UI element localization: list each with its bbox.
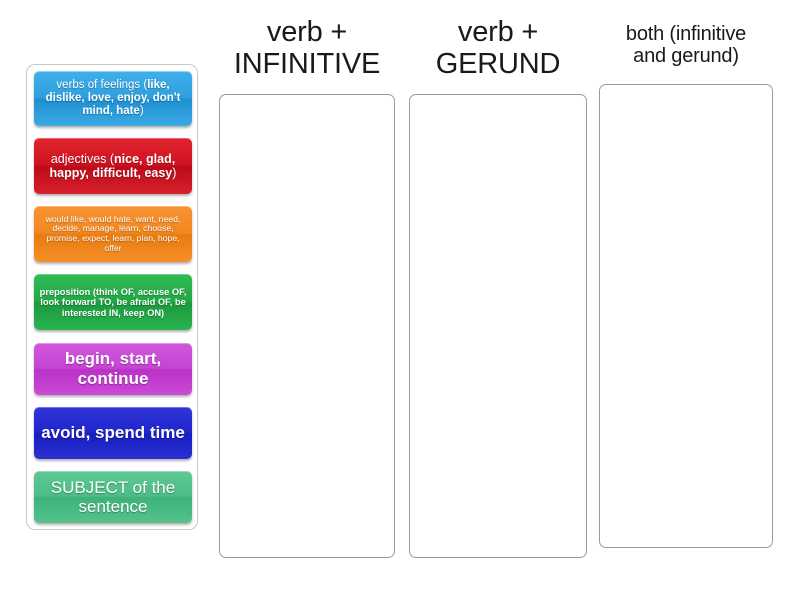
column-heading-infinitive-line2: INFINITIVE [233,48,381,81]
card-label-subject-of-sentence: SUBJECT of the sentence [50,477,176,516]
draggable-card-verbs-of-feelings[interactable]: verbs of feelings (like, dislike, love, … [34,71,192,126]
draggable-card-adjectives[interactable]: adjectives (nice, glad, happy, difficult… [34,138,192,195]
draggable-card-would-like-group[interactable]: would like, would hate, want, need, deci… [34,206,192,263]
draggable-card-avoid-spend-time[interactable]: avoid, spend time [34,406,192,459]
card-label-begin-start-continue: begin, start, continue [64,349,162,388]
column-heading-both: both (infinitive and gerund) [599,16,773,68]
column-both: both (infinitive and gerund) [599,16,773,548]
draggable-card-begin-start-continue[interactable]: begin, start, continue [34,342,192,395]
source-card-panel: verbs of feelings (like, dislike, love, … [26,64,198,530]
column-heading-gerund-line1: verb + [457,16,539,48]
card-label-adjectives: adjectives (nice, glad, happy, difficult… [49,151,177,181]
card-label-would-like-group: would like, would hate, want, need, deci… [45,213,181,254]
card-label-verbs-of-feelings: verbs of feelings (like, dislike, love, … [45,78,181,118]
column-heading-gerund: verb + GERUND [409,16,587,81]
dropzone-gerund[interactable] [409,93,587,558]
card-label-avoid-spend-time: avoid, spend time [41,423,185,443]
column-gerund: verb + GERUND [409,16,587,558]
dropzone-infinitive[interactable] [219,93,395,558]
column-heading-both-line2: and gerund) [633,45,739,68]
column-heading-infinitive: verb + INFINITIVE [219,16,395,81]
column-heading-gerund-line2: GERUND [435,48,561,81]
draggable-card-preposition[interactable]: preposition (think OF, accuse OF, look f… [34,274,192,331]
column-heading-infinitive-line1: verb + [266,16,348,48]
column-heading-both-line1: both (infinitive [625,23,747,45]
draggable-card-subject-of-sentence[interactable]: SUBJECT of the sentence [34,470,192,523]
column-infinitive: verb + INFINITIVE [219,16,395,558]
card-label-preposition: preposition (think OF, accuse OF, look f… [39,286,187,318]
dropzone-both[interactable] [599,83,773,548]
